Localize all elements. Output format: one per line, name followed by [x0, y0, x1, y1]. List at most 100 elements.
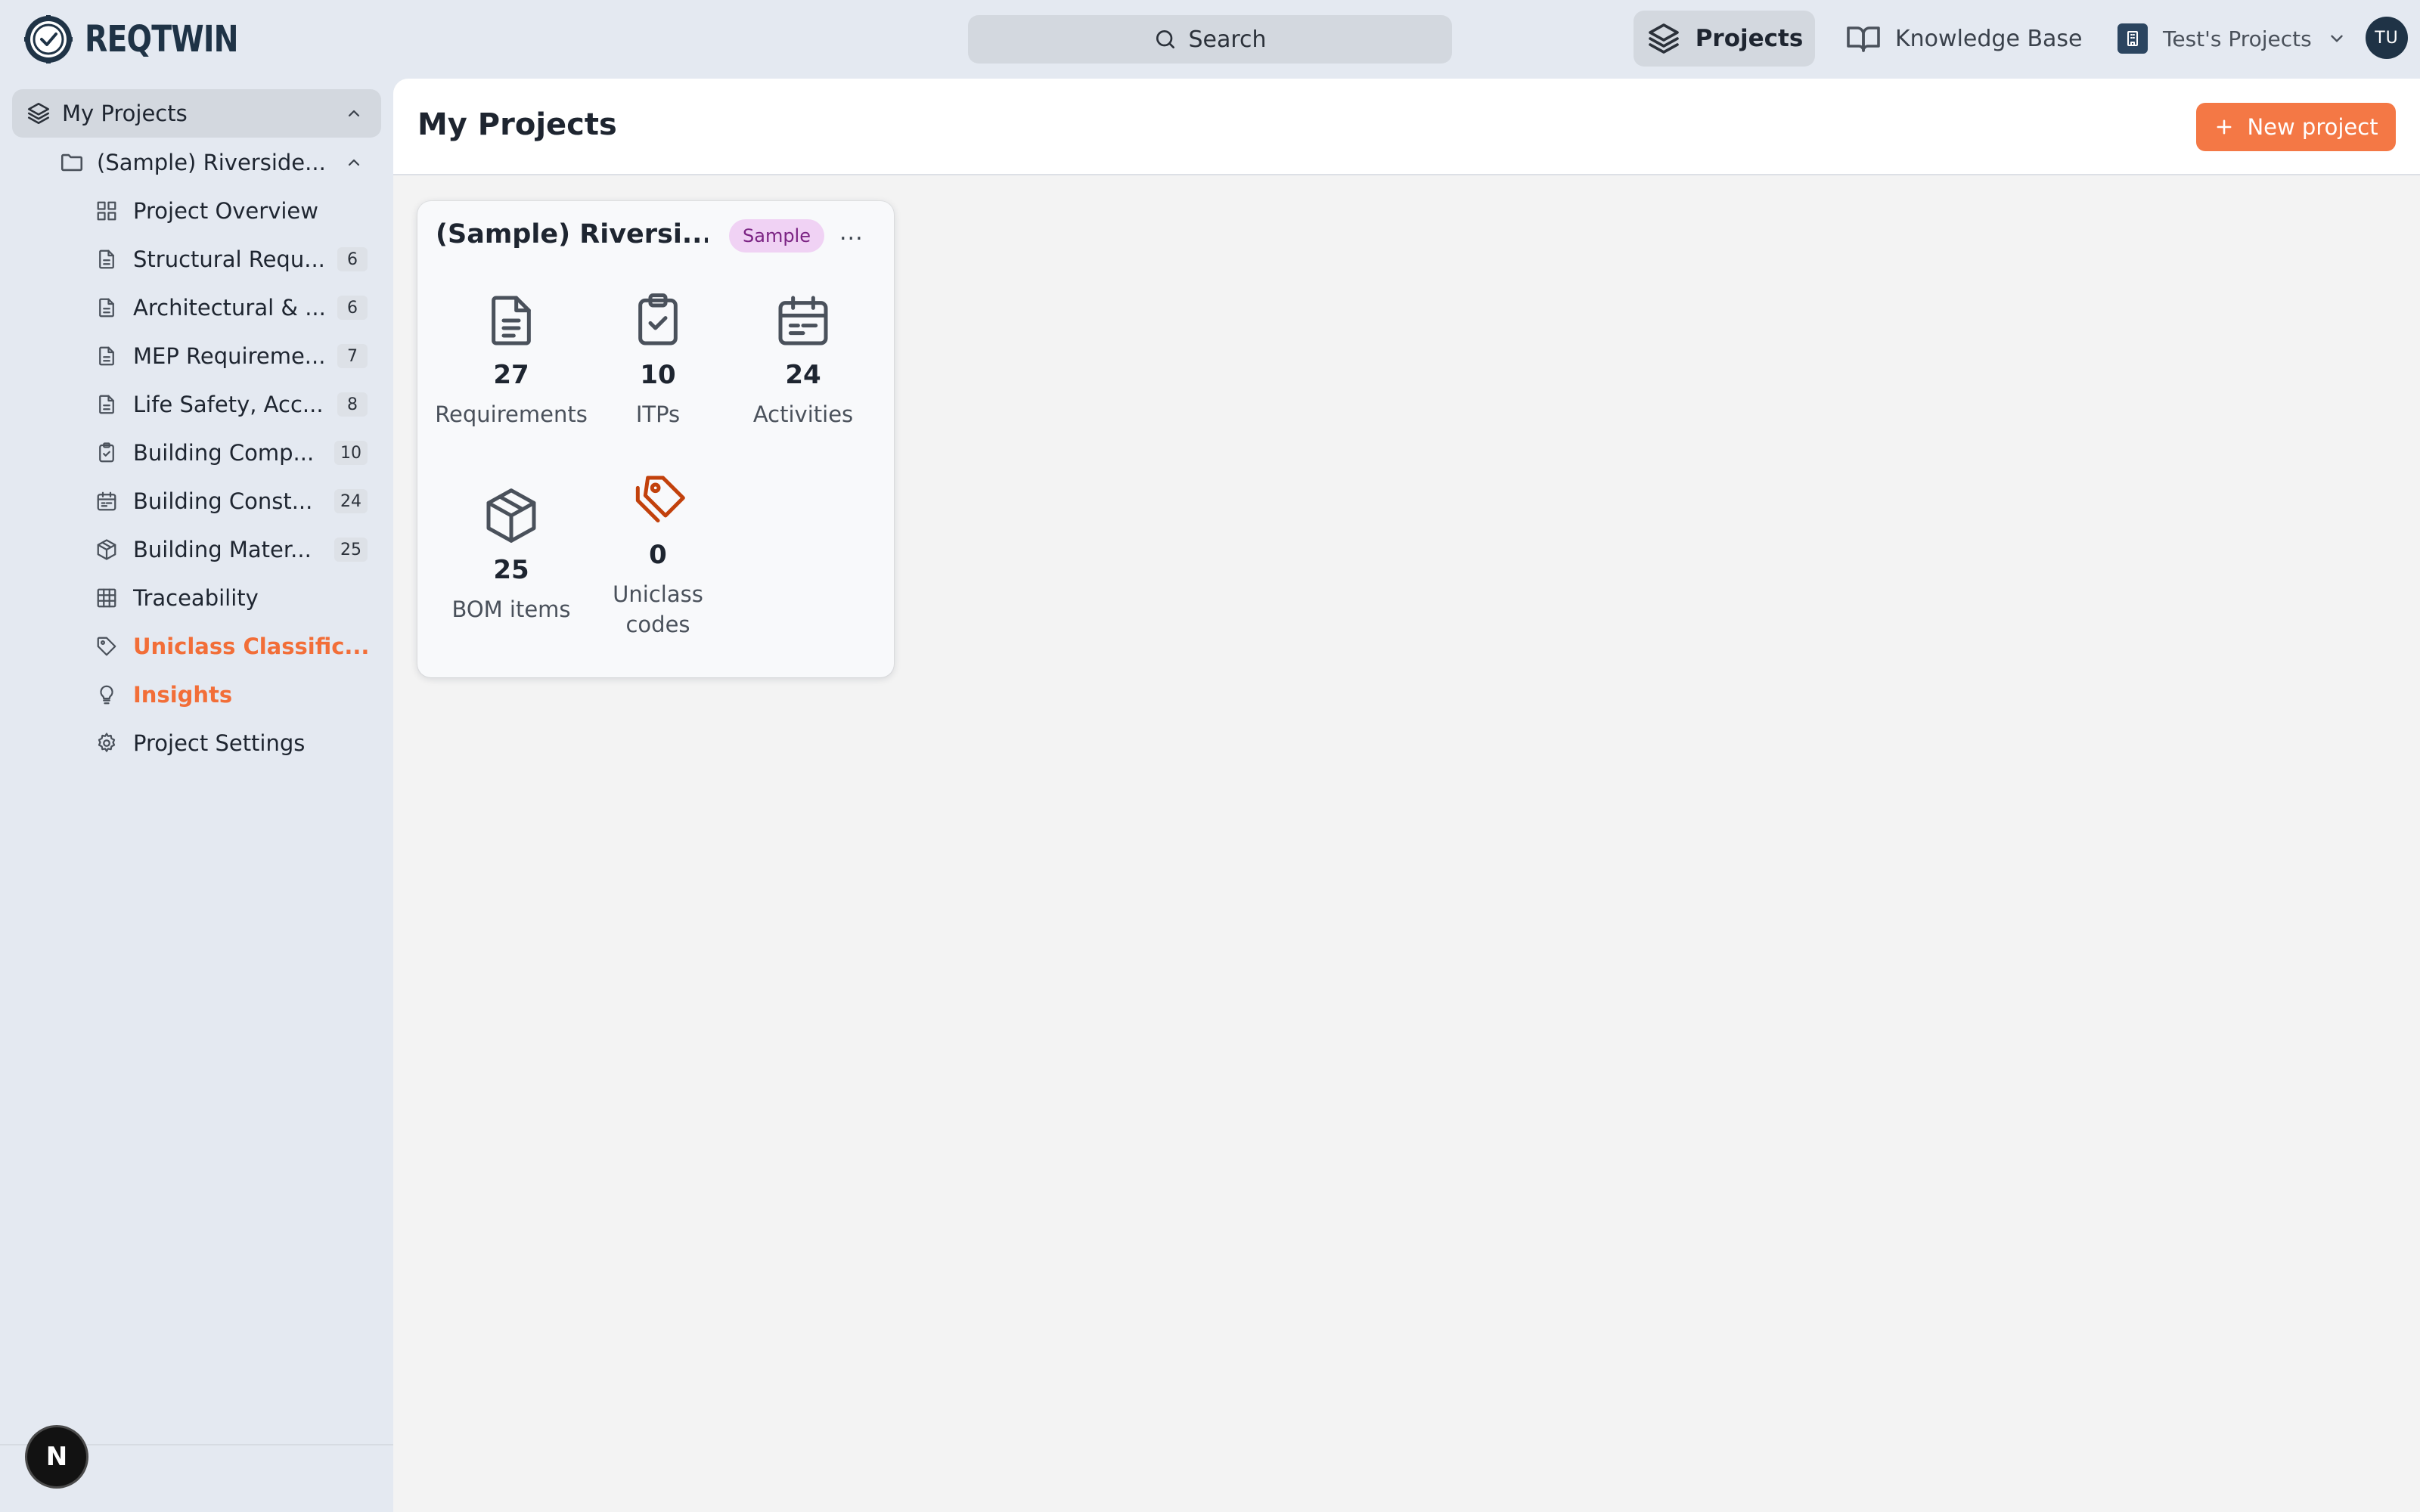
settings-icon [98, 733, 116, 752]
sidebar-item-label: Building Comp... [133, 440, 315, 466]
clipboard-check-icon [99, 442, 114, 463]
stat-uniclass-codes: 0 Uniclass codes [575, 470, 741, 640]
sidebar-item-project-overview[interactable]: Project Overview [95, 187, 368, 234]
tag-icon [97, 637, 116, 656]
file-text-icon [99, 298, 114, 318]
sidebar-item-building-construction[interactable]: Building Const... 24 [95, 478, 368, 525]
stat-label: Activities [752, 401, 854, 427]
sidebar-item-label: Insights [133, 682, 233, 708]
new-project-button[interactable]: New project [2196, 103, 2396, 151]
building-icon [2127, 31, 2138, 46]
package-icon [486, 488, 536, 543]
stat-value: 0 [649, 540, 667, 570]
sidebar-item-life-safety[interactable]: Life Safety, Acc... 8 [95, 381, 368, 428]
folder-icon [60, 153, 83, 172]
sidebar-item-label: Building Const... [133, 488, 313, 514]
stat-bom-items: 25 BOM items [428, 485, 594, 624]
org-switcher[interactable]: Test's Projects [2118, 20, 2347, 57]
package-icon [97, 539, 116, 560]
sidebar-item-count: 8 [337, 392, 368, 417]
layers-icon [27, 102, 50, 125]
sidebar-item-label: Project Overview [133, 198, 318, 224]
stat-activities: 24 Activities [720, 290, 886, 429]
sidebar-item-project-settings[interactable]: Project Settings [95, 720, 368, 767]
nav-knowledge-base-label: Knowledge Base [1895, 25, 2083, 52]
sidebar-item-label: Uniclass Classific... [133, 634, 368, 659]
sidebar-item-insights[interactable]: Insights [95, 671, 368, 718]
clipboard-check-icon [638, 293, 678, 345]
layers-icon [1648, 23, 1679, 54]
stat-value: 10 [640, 360, 676, 390]
org-badge [2118, 23, 2148, 54]
plus-icon [2217, 119, 2232, 135]
nav-projects-button[interactable]: Projects [1634, 11, 1815, 67]
file-text-icon [99, 249, 114, 269]
stat-label: Uniclass codes [613, 581, 703, 637]
sidebar-item-label: MEP Requireme... [133, 343, 326, 369]
sample-badge: Sample [729, 219, 824, 253]
user-avatar[interactable]: TU [2366, 17, 2408, 59]
app-logo[interactable]: REQTWIN [23, 14, 271, 65]
stat-label: Requirements [435, 401, 588, 427]
sidebar-item-count: 10 [334, 441, 368, 465]
file-text-icon [99, 395, 114, 414]
search-label: Search [1188, 26, 1267, 53]
nav-knowledge-base-button[interactable]: Knowledge Base [1845, 11, 2083, 67]
sidebar-item-count: 6 [337, 296, 368, 320]
sidebar: My Projects (Sample) Riverside... Projec… [0, 79, 393, 1512]
page-title: My Projects [417, 107, 617, 142]
sidebar-item-label: Traceability [133, 585, 259, 611]
stat-value: 25 [493, 555, 529, 585]
sidebar-item-architectural[interactable]: Architectural & ... 6 [95, 284, 368, 331]
top-bar: REQTWIN Search Projects Knowledge Base T… [0, 0, 2420, 79]
logo-icon [24, 15, 73, 64]
page-header: My Projects New project [393, 79, 2420, 175]
lightbulb-icon [100, 685, 113, 705]
chevron-up-icon [348, 159, 360, 166]
sidebar-item-building-compliance[interactable]: Building Comp... 10 [95, 429, 368, 476]
sidebar-item-structural[interactable]: Structural Requ... 6 [95, 236, 368, 283]
sidebar-item-count: 6 [337, 247, 368, 271]
stat-requirements: 27 Requirements [428, 290, 594, 429]
stat-itps: 10 ITPs [575, 290, 741, 429]
sidebar-item-label: Building Mater... [133, 537, 312, 562]
sidebar-my-projects-label: My Projects [62, 101, 188, 126]
search-bar[interactable]: Search [968, 15, 1452, 64]
org-name: Test's Projects [2163, 26, 2312, 51]
chevron-down-icon [2331, 35, 2343, 42]
sidebar-item-label: Project Settings [133, 730, 306, 756]
new-project-label: New project [2247, 114, 2378, 140]
stat-label: ITPs [635, 401, 681, 427]
sidebar-item-building-materials[interactable]: Building Mater... 25 [95, 526, 368, 573]
sidebar-item-label: Architectural & ... [133, 295, 326, 321]
sidebar-item-mep[interactable]: MEP Requireme... 7 [95, 333, 368, 380]
project-card-menu-button[interactable]: ... [839, 219, 864, 246]
stat-value: 27 [493, 360, 529, 390]
sidebar-my-projects[interactable]: My Projects [12, 89, 381, 138]
table-icon [97, 588, 116, 608]
sidebar-project-riverside[interactable]: (Sample) Riverside... [59, 139, 381, 186]
layout-grid-icon [97, 201, 116, 221]
search-icon [1156, 30, 1175, 48]
logo-text: REQTWIN [85, 18, 239, 60]
stat-value: 24 [785, 360, 821, 390]
dev-tools-button[interactable]: N [27, 1427, 86, 1486]
main-content: My Projects New project (Sample) Riversi… [393, 79, 2420, 1512]
sidebar-item-label: Structural Requ... [133, 246, 325, 272]
sidebar-project-label: (Sample) Riverside... [97, 150, 326, 175]
tags-icon [635, 476, 685, 523]
sidebar-item-label: Life Safety, Acc... [133, 392, 324, 417]
nav-projects-label: Projects [1695, 25, 1804, 52]
calendar-icon [778, 296, 828, 345]
file-text-icon [99, 346, 114, 366]
chevron-up-icon [348, 110, 360, 117]
sidebar-item-traceability[interactable]: Traceability [95, 575, 368, 621]
sidebar-item-count: 7 [337, 344, 368, 368]
calendar-icon [97, 491, 116, 511]
project-card-title: (Sample) Riversi... [436, 219, 708, 249]
sidebar-item-count: 24 [334, 489, 368, 513]
project-card[interactable]: (Sample) Riversi... Sample ... 27 Requir… [417, 201, 894, 677]
book-open-icon [1847, 26, 1880, 52]
sidebar-item-uniclass[interactable]: Uniclass Classific... [95, 623, 368, 670]
file-text-icon [492, 296, 531, 345]
